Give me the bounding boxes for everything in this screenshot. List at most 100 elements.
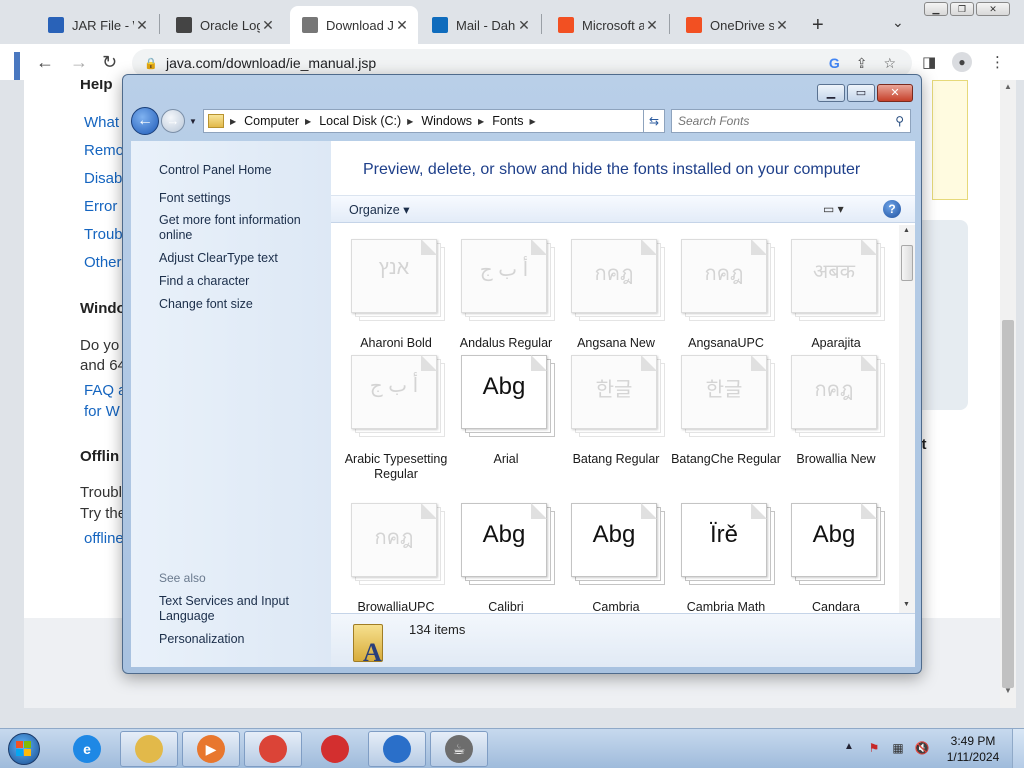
- back-arrow-icon[interactable]: ←: [131, 107, 159, 135]
- show-hidden-icons-icon[interactable]: ▲: [844, 741, 854, 752]
- font-sample: กคฎ: [814, 379, 854, 401]
- breadcrumb[interactable]: ▶ Computer ▶ Local Disk (C:) ▶ Windows ▶…: [203, 109, 663, 133]
- google-translate-icon[interactable]: G: [829, 55, 840, 71]
- taskbar-app[interactable]: [368, 731, 426, 767]
- faq-link-2[interactable]: for W: [84, 403, 120, 420]
- start-button[interactable]: [4, 731, 44, 767]
- tab-close-icon[interactable]: ✕: [516, 17, 532, 34]
- help-link[interactable]: Other: [84, 254, 122, 271]
- share-icon[interactable]: ⇪: [856, 55, 868, 72]
- tab-close-icon[interactable]: ✕: [774, 17, 790, 34]
- restore-icon[interactable]: ❐: [950, 2, 974, 16]
- address-bar[interactable]: 🔒 java.com/download/ie_manual.jsp G ⇪ ☆: [132, 49, 912, 77]
- font-item[interactable]: Ïrě Cambria Math: [671, 503, 781, 613]
- help-link[interactable]: Remo: [84, 142, 124, 159]
- side-panel-icon[interactable]: ◨: [922, 53, 936, 71]
- help-link[interactable]: Disab: [84, 170, 122, 187]
- minimize-icon[interactable]: ▁: [924, 2, 948, 16]
- reload-icon[interactable]: ↻: [102, 52, 117, 73]
- breadcrumb-computer[interactable]: Computer: [244, 114, 299, 128]
- tab-4[interactable]: Mail - Dahu ✕: [420, 6, 540, 44]
- font-item[interactable]: Abg Arial: [451, 355, 561, 495]
- scrollbar-thumb[interactable]: [901, 245, 913, 281]
- tab-6[interactable]: OneDrive sy✕: [674, 6, 798, 44]
- control-panel-home-link[interactable]: Control Panel Home: [159, 163, 319, 178]
- breadcrumb-local-disk[interactable]: Local Disk (C:): [319, 114, 401, 128]
- help-link[interactable]: Error: [84, 198, 117, 215]
- scroll-up-icon[interactable]: ▲: [903, 227, 910, 234]
- scroll-up-icon[interactable]: ▲: [1004, 82, 1012, 91]
- scroll-down-icon[interactable]: ▼: [1004, 686, 1012, 695]
- forward-arrow-icon[interactable]: →: [161, 109, 185, 133]
- taskbar-app[interactable]: ▶: [182, 731, 240, 767]
- font-item[interactable]: 한글 Batang Regular: [561, 355, 671, 495]
- tab-2[interactable]: Oracle Login✕: [164, 6, 284, 44]
- clock[interactable]: 3:49 PM 1/11/2024: [940, 733, 1006, 765]
- chevron-right-icon[interactable]: ▶: [230, 117, 236, 126]
- tab-1[interactable]: JAR File - W✕: [36, 6, 158, 44]
- help-icon[interactable]: ?: [883, 200, 901, 218]
- chevron-right-icon[interactable]: ▶: [305, 117, 311, 126]
- text-services-link[interactable]: Text Services and Input Language: [159, 594, 319, 624]
- close-icon[interactable]: ✕: [877, 84, 913, 102]
- font-item[interactable]: أ ب ج Arabic Typesetting Regular: [341, 355, 451, 495]
- taskbar-app[interactable]: [120, 731, 178, 767]
- taskbar-app[interactable]: ☕: [430, 731, 488, 767]
- search-input[interactable]: [678, 114, 896, 128]
- chevron-right-icon[interactable]: ▶: [529, 117, 535, 126]
- tab-5[interactable]: Microsoft a ✕: [546, 6, 668, 44]
- tab-search-chevron-icon[interactable]: ⌄: [892, 14, 904, 31]
- organize-menu-button[interactable]: Organize ▾: [349, 202, 409, 217]
- nav-link[interactable]: Font settings: [159, 191, 319, 206]
- refresh-icon[interactable]: ⇆: [643, 109, 665, 133]
- help-link[interactable]: Troub: [84, 226, 123, 243]
- tab-close-icon[interactable]: ✕: [644, 17, 660, 34]
- taskbar-app[interactable]: [306, 731, 364, 767]
- menu-kebab-icon[interactable]: ⋮: [990, 53, 1005, 71]
- new-tab-button[interactable]: +: [812, 14, 824, 37]
- profile-avatar-icon[interactable]: ●: [952, 52, 972, 72]
- taskbar-app[interactable]: [244, 731, 302, 767]
- scrollbar-thumb[interactable]: [1002, 320, 1014, 688]
- back-arrow-icon[interactable]: ←: [36, 52, 54, 73]
- network-icon[interactable]: ▦: [890, 741, 906, 755]
- tab-close-icon[interactable]: ✕: [394, 17, 410, 34]
- forward-arrow-icon[interactable]: →: [70, 52, 88, 73]
- font-item[interactable]: Abg Cambria: [561, 503, 671, 613]
- nav-link[interactable]: Get more font information online: [159, 213, 319, 243]
- show-desktop-button[interactable]: [1012, 729, 1024, 768]
- search-icon[interactable]: ⚲: [895, 114, 904, 128]
- tab-close-icon[interactable]: ✕: [260, 17, 276, 34]
- fonts-scrollbar[interactable]: ▲ ▼: [899, 225, 915, 613]
- recent-pages-chevron-icon[interactable]: ▼: [189, 117, 197, 126]
- volume-muted-icon[interactable]: 🔇: [914, 741, 930, 755]
- font-item[interactable]: Abg Candara: [781, 503, 891, 613]
- tab-close-icon[interactable]: ✕: [134, 17, 150, 34]
- taskbar-app[interactable]: e: [58, 731, 116, 767]
- search-box[interactable]: ⚲: [671, 109, 911, 133]
- bookmark-star-icon[interactable]: ☆: [883, 55, 896, 72]
- view-options-icon[interactable]: ▭ ▾: [823, 202, 844, 216]
- nav-link[interactable]: Find a character: [159, 274, 319, 289]
- help-link[interactable]: What: [84, 114, 119, 131]
- close-icon[interactable]: ✕: [976, 2, 1010, 16]
- nav-link[interactable]: Adjust ClearType text: [159, 251, 319, 266]
- chevron-right-icon[interactable]: ▶: [478, 117, 484, 126]
- minimize-icon[interactable]: ▁: [817, 84, 845, 102]
- breadcrumb-windows[interactable]: Windows: [421, 114, 472, 128]
- breadcrumb-fonts[interactable]: Fonts: [492, 114, 523, 128]
- faq-link-1[interactable]: FAQ a: [84, 382, 127, 399]
- nav-link[interactable]: Change font size: [159, 297, 319, 312]
- personalization-link[interactable]: Personalization: [159, 632, 319, 647]
- page-scrollbar[interactable]: ▲ ▼: [1000, 80, 1016, 708]
- font-item[interactable]: 한글 BatangChe Regular: [671, 355, 781, 495]
- font-item[interactable]: Abg Calibri: [451, 503, 561, 613]
- font-item[interactable]: กคฎ Browallia New: [781, 355, 891, 495]
- action-center-flag-icon[interactable]: ⚑: [866, 741, 882, 755]
- chevron-right-icon[interactable]: ▶: [407, 117, 413, 126]
- font-item[interactable]: กคฎ BrowalliaUPC: [341, 503, 451, 613]
- maximize-icon[interactable]: ▭: [847, 84, 875, 102]
- scroll-down-icon[interactable]: ▼: [903, 601, 910, 608]
- tab-3[interactable]: Download J ✕: [290, 6, 418, 44]
- offline-link[interactable]: offline: [84, 530, 124, 547]
